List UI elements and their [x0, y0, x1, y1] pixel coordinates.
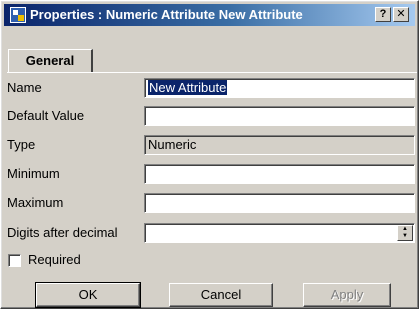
properties-icon — [10, 7, 26, 23]
maximum-label: Maximum — [7, 195, 64, 210]
digits-after-decimal-field[interactable]: ▲ ▼ — [144, 223, 415, 243]
required-checkbox[interactable] — [8, 254, 21, 267]
cancel-button[interactable]: Cancel — [169, 283, 273, 307]
apply-button[interactable]: Apply — [303, 283, 391, 307]
type-field: Numeric — [144, 135, 415, 155]
minimum-field[interactable] — [144, 164, 415, 184]
name-value: New Attribute — [148, 80, 228, 95]
properties-dialog: Properties : Numeric Attribute New Attri… — [0, 0, 419, 309]
window-title: Properties : Numeric Attribute New Attri… — [30, 7, 303, 22]
default-value-label: Default Value — [7, 108, 85, 123]
required-label[interactable]: Required — [28, 251, 81, 269]
name-label: Name — [7, 80, 42, 95]
digits-after-decimal-label: Digits after decimal — [7, 225, 118, 240]
maximum-field[interactable] — [144, 193, 415, 213]
tab-general[interactable]: General — [8, 49, 93, 72]
spin-stepper[interactable]: ▲ ▼ — [397, 225, 413, 241]
minimum-label: Minimum — [7, 166, 60, 181]
spin-up-icon[interactable]: ▲ — [402, 226, 408, 232]
title-bar[interactable]: Properties : Numeric Attribute New Attri… — [4, 4, 415, 26]
spin-down-icon[interactable]: ▼ — [402, 233, 408, 239]
ok-button[interactable]: OK — [35, 282, 141, 308]
type-label: Type — [7, 137, 36, 152]
help-button[interactable]: ? — [375, 7, 391, 22]
close-button[interactable]: ✕ — [393, 7, 409, 22]
name-field[interactable]: New Attribute — [144, 78, 415, 98]
default-value-field[interactable] — [144, 106, 415, 126]
